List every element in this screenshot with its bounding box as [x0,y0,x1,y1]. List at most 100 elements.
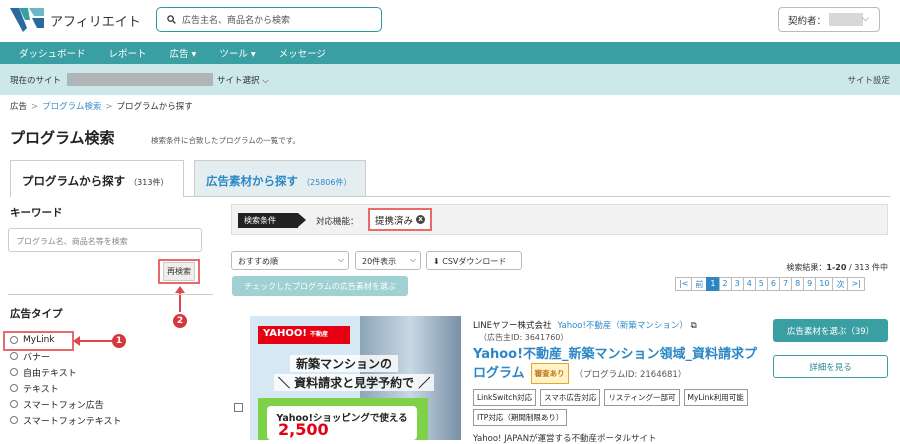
results-prefix: 検索結果： [786,263,827,272]
nav-messages[interactable]: メッセージ [279,46,326,60]
tab-material-count: （25806件） [302,178,352,187]
research-button[interactable]: 再検索 [163,262,195,281]
close-icon[interactable]: x [416,215,425,224]
contractor-name-redacted [829,13,864,26]
ad-type-heading: 広告タイプ [10,308,63,320]
nav-ads[interactable]: 広告 ▾ [170,46,197,60]
breadcrumb-ads[interactable]: 広告 [10,102,27,112]
search-conditions-bar: 検索条件 対応機能： 提携済み x [231,204,888,235]
program-checkbox[interactable] [234,403,243,412]
chevron-down-icon: ⌵ [409,255,416,264]
nav-report[interactable]: レポート [109,46,147,60]
site-select-dropdown[interactable]: サイト選択 ⌵ [217,74,269,86]
status-badge: 審査あり [530,363,569,384]
advertiser-name: LINEヤフー株式会社 [473,321,552,331]
pager-prev[interactable]: 前 [691,277,708,291]
ad-type-option[interactable]: 自由テキスト [10,364,121,380]
ad-type-label: テキスト [23,384,59,395]
download-icon: ⬇ [433,257,443,266]
pager-page[interactable]: 10 [815,277,834,291]
contractor-dropdown[interactable]: 契約者： ⌵ [778,7,880,32]
radio-button[interactable] [10,352,18,360]
tab-material-label: 広告素材から探す [206,174,298,188]
chevron-down-icon: ⌵ [337,255,344,264]
breadcrumb-program-search[interactable]: プログラム検索 [42,102,101,112]
annotation-number-1: 1 [112,334,126,348]
pager-next[interactable]: 次 [832,277,849,291]
app-title: アフィリエイト [50,15,141,30]
ad-type-option[interactable]: スマートフォンテキスト [10,412,121,428]
program-description: Yahoo! JAPANが運営する不動産ポータルサイト [473,434,657,444]
keyword-heading: キーワード [10,207,63,219]
chevron-down-icon: ⌵ [862,14,869,24]
nav-tools[interactable]: ツール ▾ [219,46,255,60]
choose-checked-materials-button[interactable]: チェックしたプログラムの広告素材を選ぶ [232,276,408,296]
per-page-value: 20件表示 [362,257,397,266]
breadcrumb-separator: > [31,102,39,112]
tab-program-count: （313件） [129,178,169,187]
mylink-highlight [3,331,74,351]
banner-amount: 2,500 [278,420,329,439]
annotation-arrow-1 [73,336,112,346]
program-banner[interactable]: YAHOO! 不動産 新築マンションの ＼ 資料請求と見学予約で ／ Yahoo!… [250,316,461,440]
results-count: 検索結果：1-20 / 313 件中 [786,262,888,273]
radio-button[interactable] [10,400,18,408]
ad-type-label: 自由テキスト [23,368,77,379]
search-icon [167,15,176,24]
radio-button[interactable] [10,368,18,376]
choose-material-button[interactable]: 広告素材を選ぶ（39） [773,319,888,342]
search-placeholder: 広告主名、商品名から検索 [182,16,291,26]
banner-brand-sub: 不動産 [309,331,328,338]
pager-last[interactable]: >| [847,277,865,291]
breadcrumb-separator: > [105,102,113,112]
ad-type-option[interactable]: テキスト [10,380,121,396]
advertiser-link[interactable]: Yahoo!不動産（新築マンション） [557,321,687,331]
tab-program-label: プログラムから探す [22,174,126,188]
results-range: 1-20 [826,263,847,272]
contractor-label: 契約者： [788,15,827,27]
annotation-number-2: 2 [173,314,187,328]
feature-tag: LinkSwitch対応 [473,389,537,406]
pager-first[interactable]: |< [675,277,693,291]
external-link-icon[interactable]: ⧉ [691,321,697,331]
radio-button[interactable] [10,384,18,392]
feature-tag: ITP対応（期間制限あり） [473,409,568,426]
per-page-select[interactable]: 20件表示 ⌵ [355,251,421,270]
page-subtitle: 検索条件に合致したプログラムの一覧です。 [151,136,301,145]
current-site-label: 現在のサイト [10,75,62,86]
main-nav: ダッシュボード レポート 広告 ▾ ツール ▾ メッセージ [0,42,900,64]
advertiser-id: （広告主ID: 3641760） [479,333,569,342]
nav-dashboard[interactable]: ダッシュボード [19,46,86,60]
banner-promo: Yahoo!ショッピングで使える 2,500 [258,398,428,440]
page-title: プログラム検索 [10,129,115,147]
sort-select[interactable]: おすすめ順 ⌵ [231,251,349,270]
feature-tags: LinkSwitch対応 スマホ広告対応 リスティング一部可 MyLink利用可… [473,389,763,429]
tab-material-search[interactable]: 広告素材から探す （25806件） [194,160,366,197]
keyword-input[interactable]: プログラム名、商品名等を検索 [8,228,202,252]
yahoo-realestate-logo: YAHOO! 不動産 [258,326,350,344]
csv-download-label: CSVダウンロード [442,257,507,266]
advertiser-line: LINEヤフー株式会社 Yahoo!不動産（新築マンション） ⧉ [473,319,697,331]
feature-tag: MyLink利用可能 [683,389,748,406]
feature-tag: スマホ広告対応 [540,389,601,406]
global-search-input[interactable]: 広告主名、商品名から検索 [156,7,382,32]
feature-tag: リスティング一部可 [604,389,680,406]
tab-program-search[interactable]: プログラムから探す （313件） [10,160,184,197]
conditions-label: 検索条件 [238,213,306,228]
breadcrumb: 広告 > プログラム検索 > プログラムから探す [10,100,193,112]
banner-line2: ＼ 資料請求と見学予約で ／ [274,374,435,391]
tab-divider [10,196,890,197]
condition-tag: 提携済み x [368,208,432,231]
csv-download-button[interactable]: ⬇ CSVダウンロード [426,251,522,270]
pagination: |< 前 1 2 3 4 5 6 7 8 9 10 次 >| [675,277,865,291]
banner-brand: YAHOO! [263,328,307,339]
program-id: （プログラムID: 2164681） [574,370,687,380]
ad-type-option[interactable]: スマートフォン広告 [10,396,121,412]
radio-button[interactable] [10,416,18,424]
details-button[interactable]: 詳細を見る [773,355,888,378]
sidebar-divider [8,294,213,295]
sort-value: おすすめ順 [238,257,278,266]
valuecommerce-logo[interactable] [10,6,44,34]
condition-tag-label: 提携済み [374,215,413,227]
site-settings-link[interactable]: サイト設定 [847,74,890,86]
